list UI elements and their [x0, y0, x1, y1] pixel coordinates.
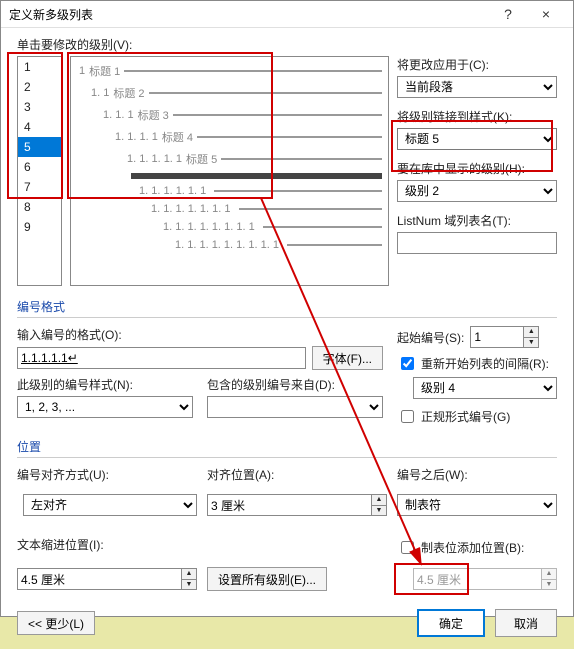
- level-item[interactable]: 2: [18, 77, 61, 97]
- preview-row: 1. 1. 1. 1标题 4: [79, 129, 382, 145]
- ok-button[interactable]: 确定: [417, 609, 485, 637]
- apply-to-label: 将更改应用于(C):: [397, 56, 557, 73]
- align-at-label: 对齐位置(A):: [207, 466, 387, 483]
- level-item[interactable]: 7: [18, 177, 61, 197]
- level-item[interactable]: 4: [18, 117, 61, 137]
- level-item[interactable]: 1: [18, 57, 61, 77]
- level-item[interactable]: 6: [18, 157, 61, 177]
- start-at-input[interactable]: [470, 326, 524, 348]
- follow-label: 编号之后(W):: [397, 466, 557, 483]
- format-section-label: 编号格式: [17, 298, 557, 315]
- gallery-select[interactable]: 级别 2: [397, 180, 557, 202]
- titlebar: 定义新多级列表 ? ×: [1, 1, 573, 28]
- link-style-select[interactable]: 标题 5: [397, 128, 557, 150]
- less-button[interactable]: << 更少(L): [17, 611, 95, 635]
- tab-at-spinner: ▲▼: [542, 568, 557, 590]
- preview-row: 1. 1标题 2: [79, 85, 382, 101]
- level-item[interactable]: 5: [18, 137, 61, 157]
- follow-select[interactable]: 制表符: [397, 494, 557, 516]
- indent-spinner[interactable]: ▲▼: [182, 568, 197, 590]
- num-style-select[interactable]: 1, 2, 3, ...: [17, 396, 193, 418]
- indent-input[interactable]: [17, 568, 182, 590]
- restart-label: 重新开始列表的间隔(R):: [421, 355, 549, 372]
- align-select[interactable]: 左对齐: [23, 494, 197, 516]
- apply-to-select[interactable]: 当前段落: [397, 76, 557, 98]
- preview-row: 1. 1. 1. 1. 1. 1. 1. 1. 1: [79, 239, 382, 251]
- levels-label: 单击要修改的级别(V):: [17, 36, 557, 53]
- start-at-spinner[interactable]: ▲▼: [524, 326, 539, 348]
- preview-row: 1. 1. 1. 1. 1. 1. 1: [79, 203, 382, 215]
- preview-row: 1. 1. 1. 1. 1. 1: [79, 185, 382, 197]
- levels-list[interactable]: 123456789: [17, 56, 62, 286]
- preview-pane: 1标题 1 1. 1标题 2 1. 1. 1标题 3 1. 1. 1. 1标题 4 1.…: [70, 56, 389, 286]
- align-label: 编号对齐方式(U):: [17, 466, 197, 483]
- legal-label: 正规形式编号(G): [421, 408, 510, 425]
- gallery-label: 要在库中显示的级别(H):: [397, 160, 557, 177]
- preview-row: 1. 1. 1. 1. 1. 1. 1. 1: [79, 221, 382, 233]
- num-format-input[interactable]: [17, 347, 306, 369]
- legal-checkbox[interactable]: [401, 410, 414, 423]
- include-label: 包含的级别编号来自(D):: [207, 376, 383, 393]
- num-style-label: 此级别的编号样式(N):: [17, 376, 193, 393]
- font-button[interactable]: 字体(F)...: [312, 346, 383, 370]
- num-format-label: 输入编号的格式(O):: [17, 326, 383, 343]
- position-section-label: 位置: [17, 438, 557, 455]
- preview-row: 1标题 1: [79, 63, 382, 79]
- include-select[interactable]: [207, 396, 383, 418]
- restart-level-select[interactable]: 级别 4: [413, 377, 557, 399]
- tab-checkbox[interactable]: [401, 541, 414, 554]
- link-style-label: 将级别链接到样式(K):: [397, 108, 557, 125]
- tab-label: 制表位添加位置(B):: [421, 539, 524, 556]
- close-button[interactable]: ×: [527, 1, 565, 27]
- start-at-label: 起始编号(S):: [397, 329, 464, 346]
- window-title: 定义新多级列表: [9, 6, 489, 23]
- tab-at-input: [413, 568, 542, 590]
- listnum-input[interactable]: [397, 232, 557, 254]
- help-button[interactable]: ?: [489, 1, 527, 27]
- level-item[interactable]: 9: [18, 217, 61, 237]
- listnum-label: ListNum 域列表名(T):: [397, 212, 557, 229]
- level-item[interactable]: 8: [18, 197, 61, 217]
- level-item[interactable]: 3: [18, 97, 61, 117]
- preview-row: [79, 173, 382, 179]
- set-all-button[interactable]: 设置所有级别(E)...: [207, 567, 327, 591]
- align-at-spinner[interactable]: ▲▼: [372, 494, 387, 516]
- cancel-button[interactable]: 取消: [495, 609, 557, 637]
- indent-label: 文本缩进位置(I):: [17, 536, 104, 553]
- preview-row: 1. 1. 1. 1. 1标题 5: [79, 151, 382, 167]
- align-at-input[interactable]: [207, 494, 372, 516]
- preview-row: 1. 1. 1标题 3: [79, 107, 382, 123]
- restart-checkbox[interactable]: [401, 357, 414, 370]
